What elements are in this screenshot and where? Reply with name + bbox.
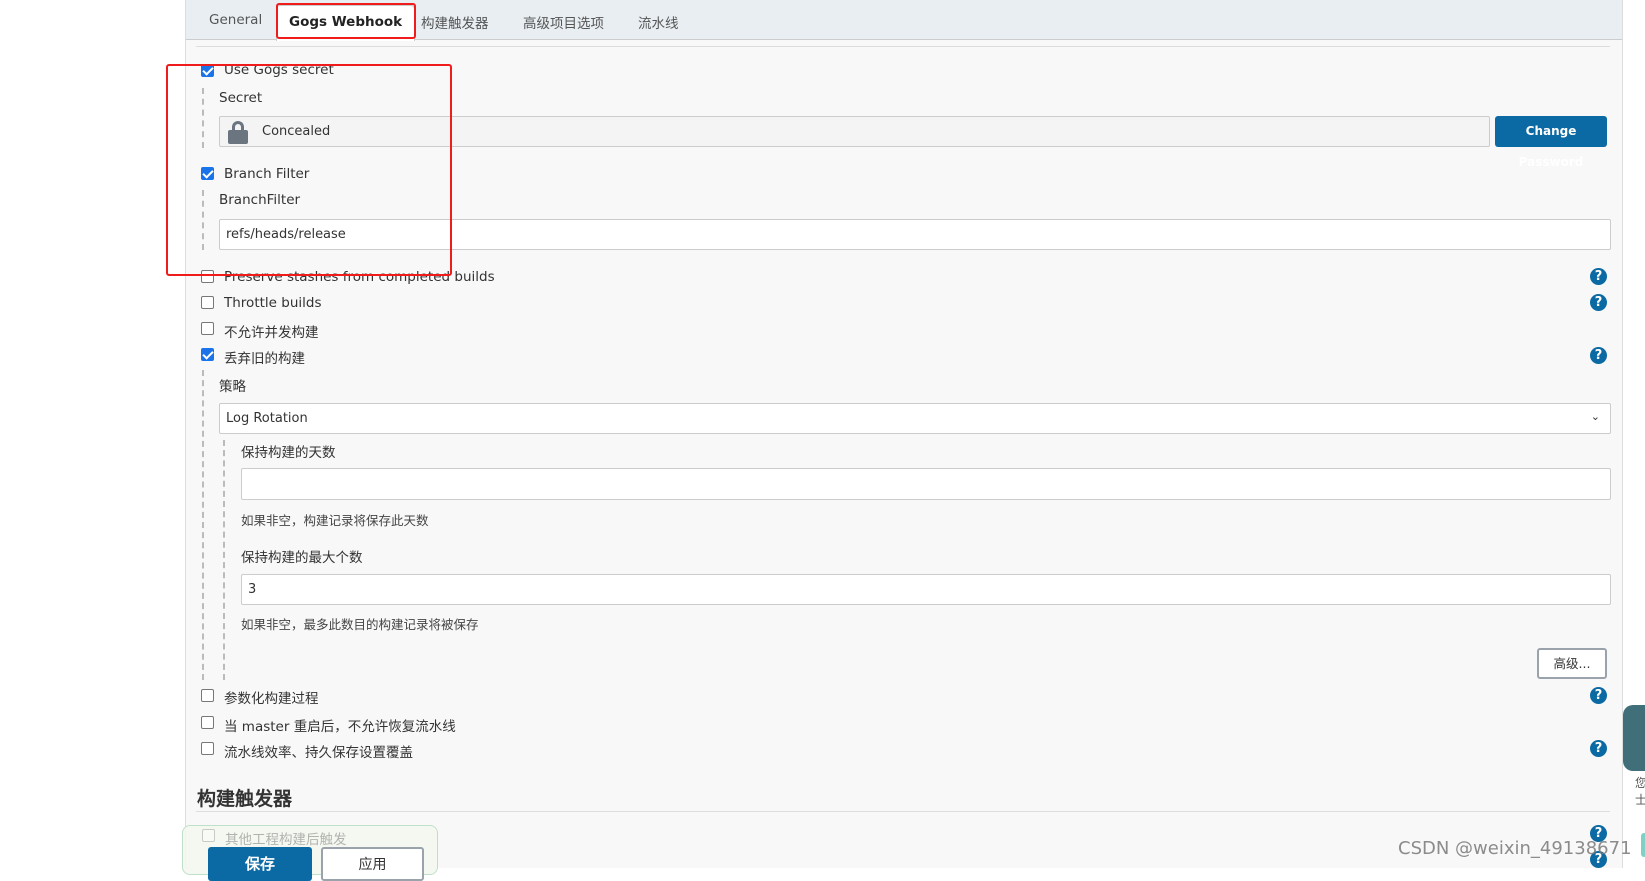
build-after-other-projects-label: 其他工程构建后触发 (225, 832, 347, 848)
throttle-builds-checkbox[interactable] (201, 296, 214, 309)
side-feedback-tab[interactable] (1623, 705, 1645, 771)
save-button[interactable]: 保存 (208, 847, 312, 881)
change-password-button[interactable]: Change Password (1495, 116, 1607, 169)
max-builds-input[interactable]: 3 (241, 574, 1611, 605)
discard-old-builds-label: 丢弃旧的构建 (224, 351, 305, 367)
help-icon[interactable]: ? (1590, 268, 1607, 285)
max-builds-label: 保持构建的最大个数 (241, 550, 363, 566)
strategy-value: Log Rotation (226, 411, 308, 426)
tab-advanced-options[interactable]: 高级项目选项 (523, 12, 604, 32)
side-widget-text: 您 士 (1635, 776, 1645, 807)
days-to-keep-input[interactable] (241, 468, 1611, 500)
strategy-label: 策略 (219, 379, 246, 395)
help-icon[interactable]: ? (1590, 740, 1607, 757)
pipeline-durability-checkbox[interactable] (201, 742, 214, 755)
help-icon[interactable]: ? (1590, 347, 1607, 364)
parameterized-build-label: 参数化构建过程 (224, 691, 319, 707)
max-builds-hint: 如果非空，最多此数目的构建记录将被保存 (241, 617, 479, 632)
days-to-keep-label: 保持构建的天数 (241, 445, 336, 461)
days-to-keep-hint: 如果非空，构建记录将保存此天数 (241, 513, 429, 528)
watermark: CSDN @weixin_49138671 (1398, 838, 1632, 859)
throttle-builds-label: Throttle builds (224, 295, 322, 311)
help-icon[interactable]: ? (1590, 294, 1607, 311)
advanced-button[interactable]: 高级... (1537, 648, 1607, 679)
no-resume-pipeline-checkbox[interactable] (201, 716, 214, 729)
strategy-select[interactable]: Log Rotation ⌄ (219, 403, 1611, 434)
side-widget-button[interactable] (1641, 833, 1645, 857)
build-after-other-projects-checkbox[interactable] (202, 829, 215, 842)
pipeline-durability-label: 流水线效率、持久保存设置覆盖 (224, 745, 413, 761)
tab-pipeline[interactable]: 流水线 (638, 12, 679, 32)
discard-old-builds-checkbox[interactable] (201, 348, 214, 361)
no-concurrent-builds-checkbox[interactable] (201, 322, 214, 335)
nested-indicator (202, 370, 204, 680)
no-resume-pipeline-label: 当 master 重启后，不允许恢复流水线 (224, 719, 456, 735)
build-triggers-heading: 构建触发器 (197, 788, 293, 810)
chevron-down-icon: ⌄ (1590, 410, 1600, 423)
apply-button[interactable]: 应用 (321, 847, 424, 881)
tab-general[interactable]: General (209, 12, 262, 28)
highlight-box-tab (276, 3, 416, 39)
section-divider (196, 811, 1610, 812)
help-icon[interactable]: ? (1590, 687, 1607, 704)
nested-indicator (223, 440, 225, 680)
section-divider (196, 46, 1610, 47)
no-concurrent-builds-label: 不允许并发构建 (224, 325, 319, 341)
parameterized-build-checkbox[interactable] (201, 689, 214, 702)
highlight-box-settings (166, 64, 452, 276)
tab-build-triggers[interactable]: 构建触发器 (421, 12, 489, 32)
